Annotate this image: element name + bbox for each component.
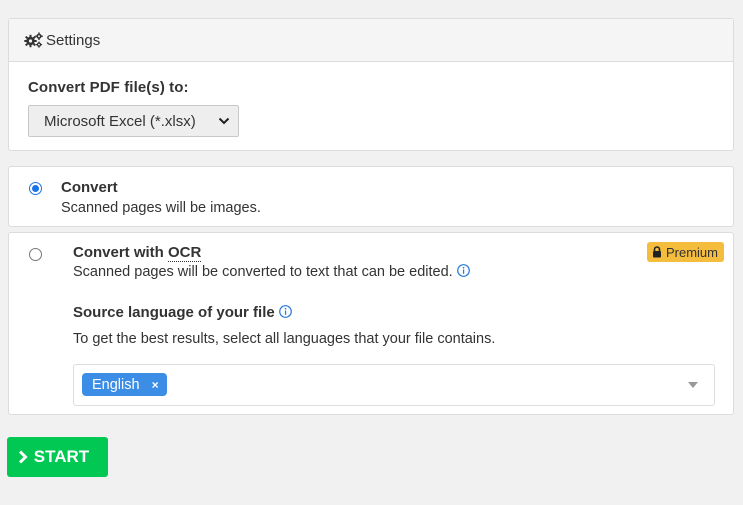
caret-down-icon[interactable] xyxy=(688,382,698,388)
start-button-label: START xyxy=(33,447,90,466)
lock-icon xyxy=(652,246,661,258)
source-language-label-row: Source language of your file xyxy=(73,304,292,321)
gears-icon xyxy=(24,32,43,48)
source-language-hint: To get the best results, select all lang… xyxy=(73,331,496,347)
option-convert-title: Convert xyxy=(61,179,118,196)
option-convert-ocr[interactable]: Convert with OCR Scanned pages will be c… xyxy=(8,232,734,415)
premium-label: Premium xyxy=(665,244,718,260)
language-tag-label: English xyxy=(92,376,140,393)
source-language-label: Source language of your file xyxy=(73,304,275,321)
premium-badge: Premium xyxy=(646,242,724,262)
output-format-value: Microsoft Excel (*.xlsx) xyxy=(44,112,196,130)
option-convert-description: Scanned pages will be images. xyxy=(61,200,261,216)
convert-ocr-radio[interactable] xyxy=(29,248,42,261)
chevron-down-icon xyxy=(218,117,230,125)
source-language-info-icon[interactable] xyxy=(278,305,292,318)
settings-body: Convert PDF file(s) to: Microsoft Excel … xyxy=(9,62,733,154)
chevron-right-icon xyxy=(18,450,28,464)
convert-radio[interactable] xyxy=(29,182,42,195)
settings-title: Settings xyxy=(46,31,101,49)
option-ocr-description-row: Scanned pages will be converted to text … xyxy=(73,264,470,280)
ocr-abbreviation: OCR xyxy=(168,244,202,262)
option-convert[interactable]: Convert Scanned pages will be images. xyxy=(8,166,734,227)
convert-format-label: Convert PDF file(s) to: xyxy=(28,79,189,96)
remove-tag-icon[interactable]: × xyxy=(152,378,159,392)
output-format-select[interactable]: Microsoft Excel (*.xlsx) xyxy=(28,105,239,137)
language-tag-english: English × xyxy=(82,373,167,396)
info-icon[interactable] xyxy=(456,264,470,277)
option-ocr-title: Convert with OCR xyxy=(73,244,202,262)
settings-header: Settings xyxy=(9,19,733,62)
start-button[interactable]: START xyxy=(7,437,108,477)
settings-panel: Settings Convert PDF file(s) to: Microso… xyxy=(8,18,734,151)
option-ocr-description: Scanned pages will be converted to text … xyxy=(73,264,453,280)
source-language-select[interactable]: English × xyxy=(73,364,715,406)
option-ocr-title-prefix: Convert with xyxy=(73,244,169,261)
